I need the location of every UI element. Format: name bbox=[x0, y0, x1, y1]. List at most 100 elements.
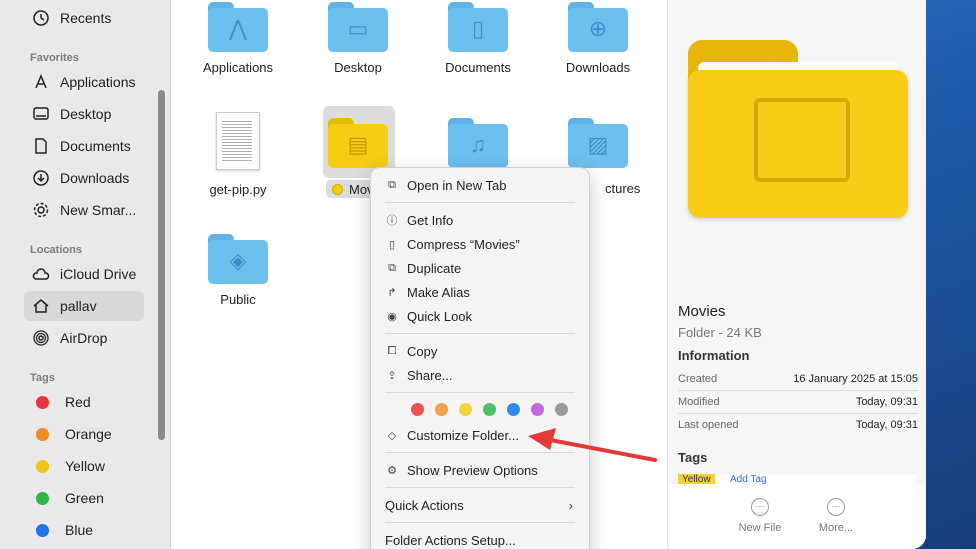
tag-color-blue-button[interactable] bbox=[507, 403, 520, 416]
chevron-right-icon: › bbox=[568, 497, 573, 513]
file-item-desktop[interactable]: ▭ Desktop bbox=[303, 2, 413, 75]
tags-row: Yellow Add Tag bbox=[678, 474, 916, 484]
sidebar-item-recents[interactable]: Recents bbox=[24, 3, 144, 33]
sidebar-item-tag-orange[interactable]: Orange bbox=[24, 419, 144, 449]
desktop-icon bbox=[32, 105, 50, 123]
divider bbox=[678, 413, 918, 414]
file-item-pictures[interactable]: ▨ bbox=[543, 118, 653, 168]
sidebar-item-label: Red bbox=[65, 394, 91, 410]
sidebar-item-icloud-drive[interactable]: iCloud Drive bbox=[24, 259, 144, 289]
file-item-applications[interactable]: ⋀ Applications bbox=[183, 2, 293, 75]
pictures-folder-icon: ▨ bbox=[568, 118, 628, 168]
sidebar-item-new-smart-folder[interactable]: New Smar... bbox=[24, 195, 144, 225]
menu-separator bbox=[385, 452, 575, 453]
downloads-folder-icon: ⊕ bbox=[568, 2, 628, 52]
sidebar-section-favorites: Favorites bbox=[30, 52, 79, 64]
yellow-tag-dot-icon bbox=[36, 459, 49, 473]
airdrop-icon bbox=[32, 329, 50, 347]
more-button[interactable]: ··· More... bbox=[801, 498, 871, 534]
file-item-downloads[interactable]: ⊕ Downloads bbox=[543, 2, 653, 75]
file-item-movies[interactable]: ▤ bbox=[303, 118, 413, 168]
menu-item-get-info[interactable]: ⓘ Get Info bbox=[385, 209, 575, 231]
menu-item-duplicate[interactable]: ⧉ Duplicate bbox=[385, 257, 575, 279]
applications-folder-icon: ⋀ bbox=[208, 2, 268, 52]
menu-item-quick-actions[interactable]: Quick Actions › bbox=[385, 494, 575, 516]
menu-item-share[interactable]: ⇪ Share... bbox=[385, 364, 575, 386]
menu-item-label: Show Preview Options bbox=[407, 462, 538, 478]
orange-tag-dot-icon bbox=[36, 427, 49, 441]
divider bbox=[678, 390, 918, 391]
sidebar-item-pallav[interactable]: pallav bbox=[24, 291, 144, 321]
information-heading: Information bbox=[678, 348, 750, 363]
menu-item-label: Quick Look bbox=[407, 308, 473, 324]
add-tag-link[interactable]: Add Tag bbox=[730, 474, 767, 484]
tag-color-green-button[interactable] bbox=[483, 403, 496, 416]
menu-item-open-in-new-tab[interactable]: ⧉ Open in New Tab bbox=[385, 174, 575, 196]
menu-item-make-alias[interactable]: ↱ Make Alias bbox=[385, 281, 575, 303]
info-label: Last opened bbox=[678, 419, 739, 431]
menu-item-customize-folder[interactable]: ◇ Customize Folder... bbox=[385, 424, 575, 446]
alias-arrow-icon: ↱ bbox=[387, 286, 397, 299]
file-item-music[interactable]: ♫ bbox=[423, 118, 533, 168]
archive-icon: ▯ bbox=[388, 238, 396, 251]
duplicate-icon: ⧉ bbox=[388, 261, 396, 274]
tag-icon: ◇ bbox=[387, 429, 397, 442]
preview-pane: Movies Folder - 24 KB Information Create… bbox=[667, 0, 926, 549]
sidebar-item-airdrop[interactable]: AirDrop bbox=[24, 323, 144, 353]
sidebar-item-tag-blue[interactable]: Blue bbox=[24, 515, 144, 545]
info-row-last-opened: Last opened Today, 09:31 bbox=[678, 419, 918, 431]
blue-tag-dot-icon bbox=[36, 523, 49, 537]
sidebar-item-documents[interactable]: Documents bbox=[24, 131, 144, 161]
info-value: 16 January 2025 at 15:05 bbox=[793, 373, 918, 385]
clock-icon bbox=[32, 9, 50, 27]
info-row-created: Created 16 January 2025 at 15:05 bbox=[678, 373, 918, 385]
menu-item-compress[interactable]: ▯ Compress “Movies” bbox=[385, 233, 575, 255]
sidebar-item-tag-green[interactable]: Green bbox=[24, 483, 144, 513]
sidebar-item-tag-red[interactable]: Red bbox=[24, 387, 144, 417]
tag-yellow[interactable]: Yellow bbox=[678, 474, 715, 484]
button-label: More... bbox=[818, 522, 854, 534]
menu-item-folder-actions-setup[interactable]: Folder Actions Setup... bbox=[385, 529, 575, 549]
sidebar-item-downloads[interactable]: Downloads bbox=[24, 163, 144, 193]
public-folder-icon: ◈ bbox=[208, 234, 268, 284]
menu-item-quick-look[interactable]: ◉ Quick Look bbox=[385, 305, 575, 327]
sidebar-item-applications[interactable]: Applications bbox=[24, 67, 144, 97]
menu-item-label: Folder Actions Setup... bbox=[385, 532, 516, 548]
python-file-icon bbox=[216, 112, 260, 170]
tags-heading: Tags bbox=[678, 450, 708, 465]
file-label: ctures bbox=[605, 181, 641, 196]
info-label: Created bbox=[678, 373, 718, 385]
tag-color-gray-button[interactable] bbox=[555, 403, 568, 416]
sidebar-item-label: pallav bbox=[60, 298, 97, 314]
info-value: Today, 09:31 bbox=[855, 396, 918, 408]
menu-item-label: Duplicate bbox=[407, 260, 462, 276]
ellipsis-icon: ··· bbox=[751, 498, 769, 516]
menu-separator bbox=[385, 333, 575, 334]
music-folder-icon: ♫ bbox=[448, 118, 508, 168]
file-item-public[interactable]: ◈ Public bbox=[183, 234, 293, 307]
tag-color-yellow-button[interactable] bbox=[459, 403, 472, 416]
menu-item-label: Make Alias bbox=[407, 284, 470, 300]
sidebar-item-tag-yellow[interactable]: Yellow bbox=[24, 451, 144, 481]
sidebar-scrollbar[interactable] bbox=[158, 90, 165, 440]
menu-item-show-preview-options[interactable]: ⚙ Show Preview Options bbox=[385, 459, 575, 481]
document-icon bbox=[32, 137, 50, 155]
new-file-button[interactable]: ··· New File bbox=[725, 498, 795, 534]
info-value: Today, 09:31 bbox=[855, 419, 918, 431]
sidebar: Recents Favorites Applications Desktop D… bbox=[0, 0, 171, 549]
menu-item-copy[interactable]: ⧠ Copy bbox=[385, 340, 575, 362]
tag-color-purple-button[interactable] bbox=[531, 403, 544, 416]
menu-item-label: Compress “Movies” bbox=[407, 236, 520, 252]
menu-item-label: Quick Actions bbox=[385, 497, 464, 513]
tag-color-red-button[interactable] bbox=[411, 403, 424, 416]
file-item-get-pip[interactable]: get-pip.py bbox=[183, 112, 293, 197]
sidebar-item-label: Blue bbox=[65, 522, 94, 538]
new-tab-icon: ⧉ bbox=[388, 178, 396, 191]
info-row-modified: Modified Today, 09:31 bbox=[678, 396, 918, 408]
green-tag-dot-icon bbox=[36, 491, 49, 505]
file-item-documents[interactable]: ▯ Documents bbox=[423, 2, 533, 75]
menu-separator bbox=[385, 487, 575, 488]
sidebar-item-desktop[interactable]: Desktop bbox=[24, 99, 144, 129]
sidebar-item-label: Green bbox=[65, 490, 104, 506]
tag-color-orange-button[interactable] bbox=[435, 403, 448, 416]
